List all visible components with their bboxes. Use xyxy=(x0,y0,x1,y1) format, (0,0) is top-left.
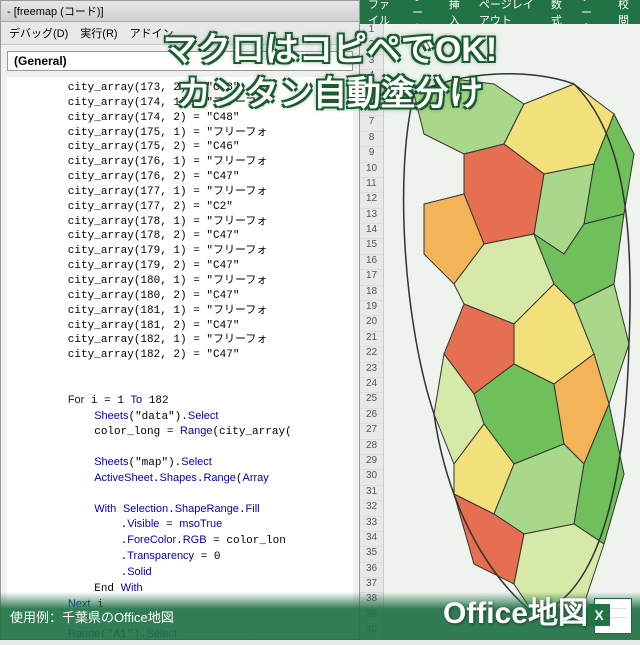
row-header[interactable]: 18 xyxy=(360,286,383,301)
row-header[interactable]: 10 xyxy=(360,163,383,178)
row-header[interactable]: 35 xyxy=(360,547,383,562)
row-header[interactable]: 30 xyxy=(360,470,383,485)
excel-icon-letter: X xyxy=(588,604,610,626)
row-header[interactable]: 33 xyxy=(360,517,383,532)
row-header[interactable]: 17 xyxy=(360,270,383,285)
row-header[interactable]: 27 xyxy=(360,424,383,439)
row-header[interactable]: 32 xyxy=(360,501,383,516)
row-header[interactable]: 34 xyxy=(360,532,383,547)
row-header[interactable]: 8 xyxy=(360,132,383,147)
row-header[interactable]: 20 xyxy=(360,316,383,331)
row-header[interactable]: 36 xyxy=(360,563,383,578)
row-header[interactable]: 16 xyxy=(360,255,383,270)
row-header[interactable]: 7 xyxy=(360,116,383,131)
row-header[interactable]: 19 xyxy=(360,301,383,316)
map-canvas xyxy=(384,24,640,640)
bottom-band: 使用例：千葉県のOffice地図 Office地図 X xyxy=(0,592,640,640)
row-header[interactable]: 24 xyxy=(360,378,383,393)
chiba-map-svg xyxy=(384,24,640,640)
row-header[interactable]: 26 xyxy=(360,409,383,424)
row-header[interactable]: 23 xyxy=(360,363,383,378)
row-header[interactable]: 29 xyxy=(360,455,383,470)
excel-sheet: 1234567891011121314151617181920212223242… xyxy=(360,24,640,640)
row-header[interactable]: 28 xyxy=(360,440,383,455)
headline-line1: マクロはコピペでOK! xyxy=(30,28,630,72)
excel-icon: X xyxy=(594,598,632,634)
brand-label: Office地図 xyxy=(443,588,588,632)
row-header[interactable]: 15 xyxy=(360,239,383,254)
row-header[interactable]: 9 xyxy=(360,147,383,162)
vba-code-area[interactable]: city_array(173, 2) = "C48" city_array(17… xyxy=(7,77,353,637)
row-header[interactable]: 31 xyxy=(360,486,383,501)
headline-line2: カンタン自動塗分け xyxy=(30,72,630,116)
excel-ribbon: ファイルホーム挿入ページレイアウト数式データ校閲 xyxy=(360,0,640,24)
row-header[interactable]: 11 xyxy=(360,178,383,193)
row-header[interactable]: 25 xyxy=(360,393,383,408)
row-header[interactable]: 12 xyxy=(360,193,383,208)
row-header[interactable]: 14 xyxy=(360,224,383,239)
row-header[interactable]: 21 xyxy=(360,332,383,347)
usage-caption: 使用例：千葉県のOffice地図 xyxy=(0,607,174,626)
row-header[interactable]: 22 xyxy=(360,347,383,362)
vba-window-title: - [freemap (コード)] xyxy=(1,1,359,22)
row-header[interactable]: 13 xyxy=(360,209,383,224)
row-headers: 1234567891011121314151617181920212223242… xyxy=(360,24,384,640)
headline-overlay: マクロはコピペでOK! カンタン自動塗分け xyxy=(30,28,630,116)
